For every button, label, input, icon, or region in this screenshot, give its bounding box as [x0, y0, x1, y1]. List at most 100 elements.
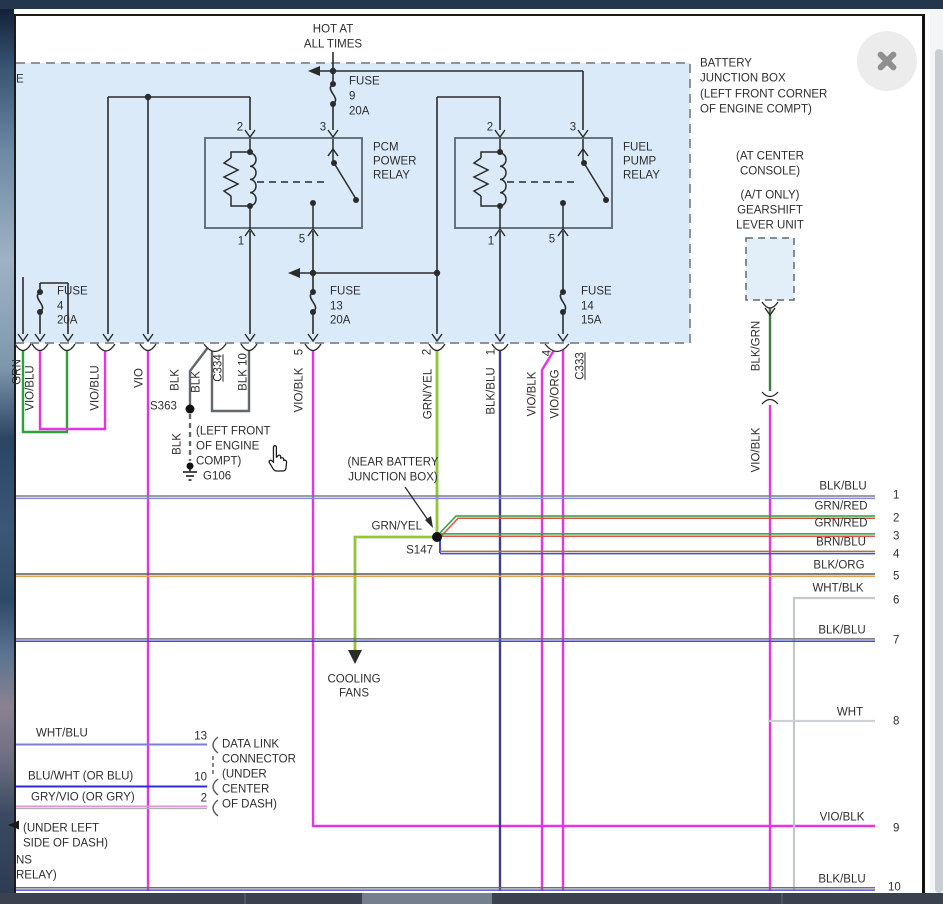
row8-label: WHT [837, 707, 863, 720]
row3-pin: 3 [893, 531, 899, 544]
row5-label: BLK/ORG [813, 560, 864, 573]
row10-label: BLK/BLU [818, 874, 865, 887]
row6-label: WHT/BLK [812, 583, 863, 596]
pcm-relay-line1: PCM [373, 142, 399, 155]
horizontal-scrollbar[interactable] [0, 893, 943, 904]
wire-vio-blu-2: VIO/BLU [90, 365, 103, 410]
dlc-line5: OF DASH) [222, 799, 277, 812]
battery-box-line3: (LEFT FRONT CORNER [700, 89, 827, 102]
wire-blk-2: BLK [191, 371, 204, 393]
fuel-relay-line3: RELAY [623, 170, 660, 183]
inline-connector [762, 392, 778, 404]
fuel-pin3: 3 [570, 122, 576, 135]
row5-pin: 5 [893, 571, 899, 584]
row1-label: BLK/BLU [819, 481, 866, 494]
wire-wht-blu: WHT/BLU [36, 728, 88, 741]
splice-note-line1: (NEAR BATTERY [348, 457, 439, 470]
fuse14-rating: 15A [581, 315, 601, 328]
pin-5-c333: 5 [294, 349, 307, 355]
row2-pin: 2 [893, 513, 899, 526]
fuse13-rating: 20A [330, 315, 350, 328]
fuse4-name: FUSE [57, 286, 88, 299]
wire-grn-yel: GRN/YEL [423, 369, 436, 420]
fuse14-number: 14 [581, 301, 594, 314]
console-note-line1: (AT CENTER [736, 151, 804, 164]
battery-box-line4: OF ENGINE COMPT) [700, 104, 812, 117]
ground-note-line3: COMPT) [196, 456, 241, 469]
fuse4-rating: 20A [57, 315, 77, 328]
pcm-relay-line3: RELAY [373, 170, 410, 183]
gearshift-line3: LEVER UNIT [736, 220, 804, 233]
row4-label: BRN/BLU [816, 537, 866, 550]
row6-pin: 6 [893, 595, 899, 608]
row9-pin: 9 [893, 823, 899, 836]
fuel-pin1: 1 [488, 236, 494, 249]
connector-c333: C333 [575, 352, 588, 380]
gearshift-line2: GEARSHIFT [737, 205, 803, 218]
fuse9-number: 9 [349, 91, 355, 104]
pcm-pin1: 1 [238, 236, 244, 249]
pcm-pin2: 2 [237, 122, 243, 135]
gearshift-line1: (A/T ONLY) [741, 190, 800, 203]
wire-vio-org: VIO/ORG [550, 369, 563, 418]
scrollbar-separator [781, 893, 783, 904]
wire-vio-blk-gear: VIO/BLK [751, 428, 764, 473]
row3-label: GRN/RED [814, 518, 867, 531]
wire-vio-blk-5: VIO/BLK [294, 368, 307, 413]
row8-pin: 8 [893, 716, 899, 729]
wire-grn-yel-h: GRN/YEL [372, 521, 423, 534]
dlc-line3: (UNDER [222, 769, 267, 782]
splice-s363: S363 [150, 401, 177, 414]
fuse13-name: FUSE [330, 286, 361, 299]
pcm-relay-line2: POWER [373, 156, 416, 169]
close-button[interactable] [857, 31, 917, 91]
wire-blk-1: BLK [170, 369, 183, 391]
ground-note-line1: (LEFT FRONT [196, 426, 271, 439]
fuse4-number: 4 [57, 301, 63, 314]
pin-4-c333: 4 [542, 350, 555, 356]
dlc-line2: CONNECTOR [222, 754, 296, 767]
pin-1-c333: 1 [486, 349, 499, 355]
pin-2-c333: 2 [422, 349, 435, 355]
wire-vio: VIO [134, 368, 147, 388]
left-fuse-fragment: E [16, 74, 24, 87]
horizontal-scrollbar-thumb[interactable] [362, 893, 492, 904]
vertical-scrollbar[interactable] [930, 9, 943, 893]
fuel-pin5: 5 [549, 234, 555, 247]
dlc-line4: CENTER [222, 784, 269, 797]
connector-c334: C334 [213, 354, 226, 382]
wiring-diagram-canvas [0, 0, 943, 904]
fuel-pin2: 2 [487, 122, 493, 135]
dash-note-line1: (UNDER LEFT [23, 823, 99, 836]
row7-label: BLK/BLU [818, 625, 865, 638]
colored-wires [16, 307, 875, 891]
fuse14-name: FUSE [581, 286, 612, 299]
cooling-fans-line2: FANS [339, 688, 369, 701]
fuse13-number: 13 [330, 301, 343, 314]
dlc-pin-13: 13 [194, 731, 207, 744]
splice-note-line2: JUNCTION BOX) [348, 472, 437, 485]
hot-at-line1: HOT AT [313, 24, 353, 37]
battery-box-line1: BATTERY [700, 58, 752, 71]
note-arrow [8, 821, 19, 830]
fuse9-rating: 20A [349, 106, 369, 119]
row9-label: VIO/BLK [820, 812, 865, 825]
fuse9-name: FUSE [349, 76, 380, 89]
console-note-line2: CONSOLE) [740, 166, 800, 179]
splice-s147: S147 [406, 545, 433, 558]
battery-box-line2: JUNCTION BOX [700, 73, 786, 86]
scrollbar-separator [244, 893, 246, 904]
vertical-scrollbar-thumb[interactable] [935, 49, 943, 893]
fuel-relay-line1: FUEL [623, 142, 652, 155]
row2-label: GRN/RED [814, 501, 867, 514]
clipped-text-line1: NS [16, 855, 32, 868]
wire-blk-blu-v: BLK/BLU [486, 367, 499, 414]
ground-note-line2: OF ENGINE [196, 441, 259, 454]
wire-gry-vio: GRY/VIO (OR GRY) [31, 792, 135, 805]
cursor-hand-icon [269, 446, 286, 471]
fuel-relay-line2: PUMP [623, 156, 656, 169]
dlc-brace [213, 737, 218, 816]
wire-blk-grn: BLK/GRN [751, 321, 764, 372]
ground-g106: G106 [203, 471, 231, 484]
dash-note-line2: SIDE OF DASH) [23, 838, 108, 851]
